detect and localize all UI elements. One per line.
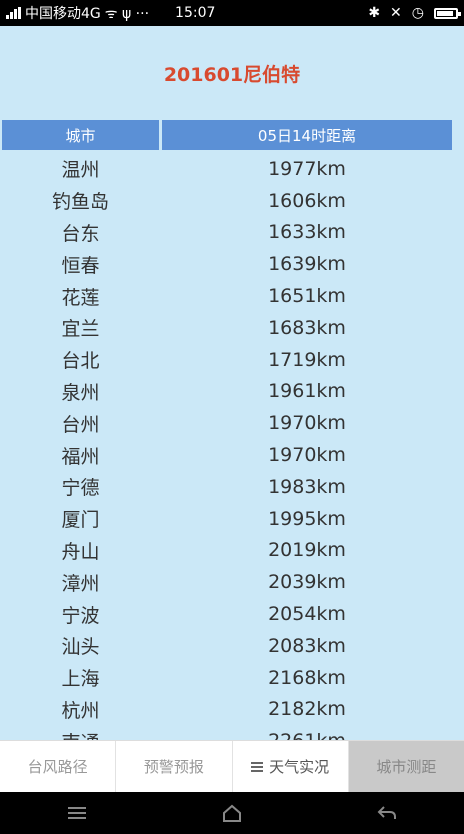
city-distance: 1977km xyxy=(268,157,346,180)
table-row: 漳州 2039km xyxy=(2,566,452,598)
city-distance: 1970km xyxy=(268,412,346,435)
status-bar: 中国移动4G ᯤ ψ ··· 15:07 ✱ ✕ ◷ xyxy=(0,0,464,26)
menu-lines-icon xyxy=(68,807,87,819)
city-name: 台东 xyxy=(61,222,100,245)
city-name: 舟山 xyxy=(61,540,100,563)
table-row: 花莲 1651km xyxy=(2,280,452,312)
table-row: 宁德 1983km xyxy=(2,471,452,503)
tab-label: 预警预报 xyxy=(143,758,204,776)
table-row: 恒春 1639km xyxy=(2,248,452,280)
signal-icon xyxy=(6,7,21,19)
city-distance: 1639km xyxy=(268,253,346,276)
city-distance: 2083km xyxy=(268,634,346,657)
city-distance: 2054km xyxy=(268,603,346,626)
table-header: 城市 05日14时距离 xyxy=(2,120,452,150)
home-icon xyxy=(222,804,241,822)
city-distance: 1983km xyxy=(268,475,346,498)
header-distance: 05日14时距离 xyxy=(162,120,452,150)
back-nav-button[interactable] xyxy=(367,798,407,828)
clock: 15:07 xyxy=(175,5,216,21)
tab-label: 天气实况 xyxy=(269,758,330,776)
table-row: 台东 1633km xyxy=(2,217,452,249)
back-arrow-icon xyxy=(377,806,396,819)
table-row: 宜兰 1683km xyxy=(2,312,452,344)
tab-warning-forecast[interactable]: 预警预报 xyxy=(116,741,233,792)
page-title: 201601尼伯特 xyxy=(163,64,301,86)
tab-typhoon-track[interactable]: 台风路径 xyxy=(0,741,117,792)
table-row: 温州 1977km xyxy=(2,153,452,185)
city-distance: 2039km xyxy=(268,571,346,594)
table-row: 舟山 2019km xyxy=(2,535,452,567)
city-name: 上海 xyxy=(61,668,100,691)
city-name: 台北 xyxy=(61,350,100,373)
status-icons: ᯤ ψ ··· xyxy=(104,5,150,22)
city-distance: 1651km xyxy=(268,285,346,308)
bottom-tab-bar: 台风路径 预警预报 天气实况 城市测距 xyxy=(0,740,464,792)
carrier-label: 中国移动4G xyxy=(25,6,101,22)
table-row: 南通2261km xyxy=(2,725,452,740)
city-name: 宜兰 xyxy=(61,318,100,341)
mute-icon: ✕ xyxy=(390,5,402,21)
tab-label: 城市测距 xyxy=(376,758,437,776)
tab-city-distance[interactable]: 城市测距 xyxy=(348,741,464,792)
city-distance: 1683km xyxy=(268,316,346,339)
table-row: 泉州 1961km xyxy=(2,376,452,408)
city-name: 漳州 xyxy=(61,572,100,595)
city-name: 泉州 xyxy=(61,381,100,404)
menu-icon xyxy=(251,761,264,772)
main-content[interactable]: 201601尼伯特 城市 05日14时距离 温州 1977km 钓鱼岛 1606km 台… xyxy=(0,26,464,740)
city-distance: 1633km xyxy=(268,221,346,244)
city-distance: 2019km xyxy=(268,539,346,562)
city-name: 宁波 xyxy=(61,604,100,627)
table-row: 钓鱼岛 1606km xyxy=(2,185,452,217)
bluetooth-icon: ✱ xyxy=(368,5,381,21)
city-name: 杭州 xyxy=(61,699,100,722)
menu-nav-button[interactable] xyxy=(57,798,97,828)
city-name: 厦门 xyxy=(61,509,100,532)
table-row: 宁波 2054km xyxy=(2,598,452,630)
city-name: 福州 xyxy=(61,445,100,468)
header-city: 城市 xyxy=(2,120,159,150)
alarm-icon: ◷ xyxy=(411,5,424,21)
city-name: 宁德 xyxy=(61,477,100,500)
tab-weather-live[interactable]: 天气实况 xyxy=(233,741,349,792)
table-row: 台北 1719km xyxy=(2,344,452,376)
city-distance: 2168km xyxy=(268,666,346,689)
table-row: 上海 2168km xyxy=(2,662,452,694)
city-name: 台州 xyxy=(61,413,100,436)
city-distance: 1606km xyxy=(268,189,346,212)
city-distance: 1970km xyxy=(268,444,346,467)
city-name: 钓鱼岛 xyxy=(51,191,109,214)
city-name: 汕头 xyxy=(61,636,100,659)
battery-icon xyxy=(434,7,461,19)
distance-table[interactable]: 温州 1977km 钓鱼岛 1606km 台东 1633km 恒春 1639km 花莲 1651k… xyxy=(2,153,452,740)
table-row: 厦门 1995km xyxy=(2,503,452,535)
city-name: 恒春 xyxy=(61,254,100,277)
city-distance: 2182km xyxy=(268,698,346,721)
home-nav-button[interactable] xyxy=(212,798,252,828)
city-distance: 1961km xyxy=(268,380,346,403)
city-distance: 1995km xyxy=(268,507,346,530)
city-name: 温州 xyxy=(61,159,100,182)
city-name: 南通 xyxy=(2,728,159,740)
table-row: 福州 1970km xyxy=(2,439,452,471)
table-row: 台州 1970km xyxy=(2,407,452,439)
system-nav-bar xyxy=(0,792,464,834)
city-distance: 1719km xyxy=(268,348,346,371)
city-name: 花莲 xyxy=(61,286,100,309)
table-row: 杭州 2182km xyxy=(2,694,452,726)
table-row: 汕头 2083km xyxy=(2,630,452,662)
tab-label: 台风路径 xyxy=(27,758,88,776)
city-distance: 2261km xyxy=(162,730,452,740)
